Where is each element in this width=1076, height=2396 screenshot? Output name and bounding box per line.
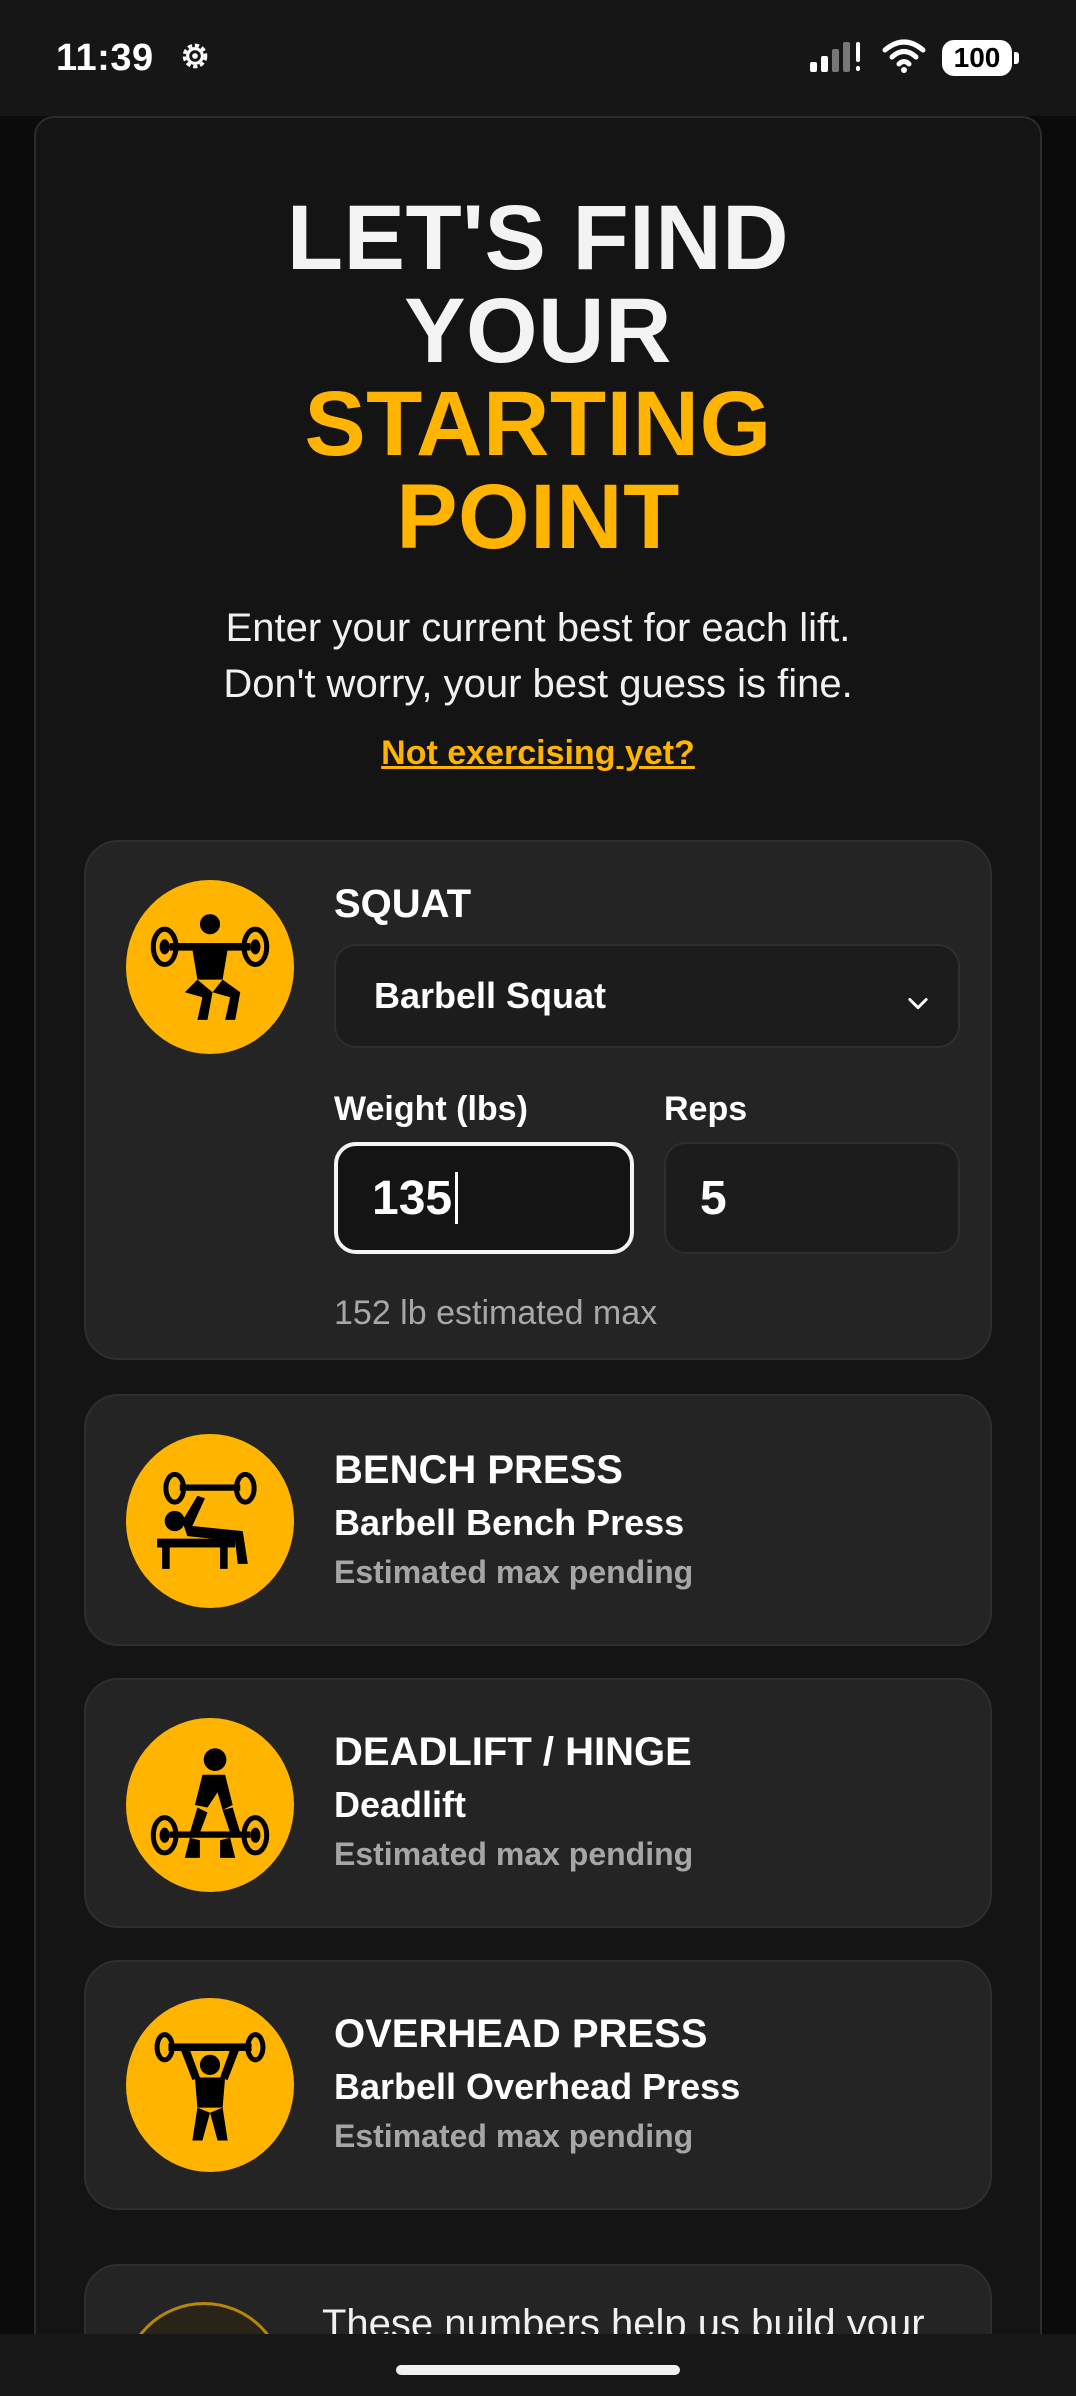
weight-label: Weight (lbs) [334, 1090, 528, 1128]
reps-value: 5 [700, 1171, 727, 1225]
status-time: 11:39 [56, 36, 154, 79]
title-line-1: LET'S FIND [286, 187, 790, 289]
onboarding-panel: LET'S FIND YOUR STARTING POINT Enter you… [34, 116, 1042, 2396]
bench-press-icon [126, 1434, 294, 1608]
status-left: 11:39 [56, 37, 212, 80]
bench-press-card[interactable]: BENCH PRESS Barbell Bench Press Estimate… [84, 1394, 992, 1646]
title-line-3: STARTING [304, 373, 772, 475]
wifi-icon [882, 38, 926, 79]
battery-icon: 100 [942, 40, 1019, 76]
subtitle-line-2: Don't worry, your best guess is fine. [223, 662, 853, 706]
squat-icon [126, 880, 294, 1054]
weight-value: 135 [372, 1171, 453, 1225]
squat-exercise-select[interactable]: Barbell Squat [334, 944, 960, 1048]
reps-input[interactable]: 5 [664, 1142, 960, 1254]
squat-card: SQUAT Barbell Squat Weight (lbs) Reps 13… [84, 840, 992, 1360]
chevron-down-icon [904, 984, 932, 1026]
home-indicator[interactable] [396, 2365, 680, 2375]
deadlift-title: DEADLIFT / HINGE [334, 1730, 692, 1774]
signal-icon [808, 38, 866, 79]
deadlift-card[interactable]: DEADLIFT / HINGE Deadlift Estimated max … [84, 1678, 992, 1928]
deadlift-icon [126, 1718, 294, 1892]
bench-press-exercise: Barbell Bench Press [334, 1502, 685, 1543]
page-subtitle: Enter your current best for each lift. D… [36, 600, 1040, 712]
overhead-press-exercise: Barbell Overhead Press [334, 2066, 741, 2107]
overhead-press-status: Estimated max pending [334, 2118, 694, 2154]
deadlift-status: Estimated max pending [334, 1836, 694, 1872]
overhead-press-icon [126, 1998, 294, 2172]
gear-icon [178, 39, 212, 78]
title-line-4: POINT [396, 466, 680, 568]
not-exercising-link[interactable]: Not exercising yet? [36, 734, 1040, 773]
page-title: LET'S FIND YOUR STARTING POINT [36, 192, 1040, 564]
overhead-press-title: OVERHEAD PRESS [334, 2012, 708, 2056]
title-line-2: YOUR [404, 280, 672, 382]
status-right: 100 [808, 38, 1019, 79]
overhead-press-card[interactable]: OVERHEAD PRESS Barbell Overhead Press Es… [84, 1960, 992, 2210]
reps-label: Reps [664, 1090, 748, 1128]
squat-title: SQUAT [334, 882, 472, 926]
bench-press-status: Estimated max pending [334, 1554, 694, 1590]
deadlift-exercise: Deadlift [334, 1784, 467, 1825]
bench-press-title: BENCH PRESS [334, 1448, 623, 1492]
status-bar: 11:39 100 [0, 0, 1076, 116]
squat-estimate: 152 lb estimated max [334, 1294, 658, 1332]
weight-input[interactable]: 135 [334, 1142, 634, 1254]
subtitle-line-1: Enter your current best for each lift. [225, 606, 851, 650]
text-caret [455, 1172, 459, 1224]
squat-exercise-value: Barbell Squat [374, 975, 607, 1016]
